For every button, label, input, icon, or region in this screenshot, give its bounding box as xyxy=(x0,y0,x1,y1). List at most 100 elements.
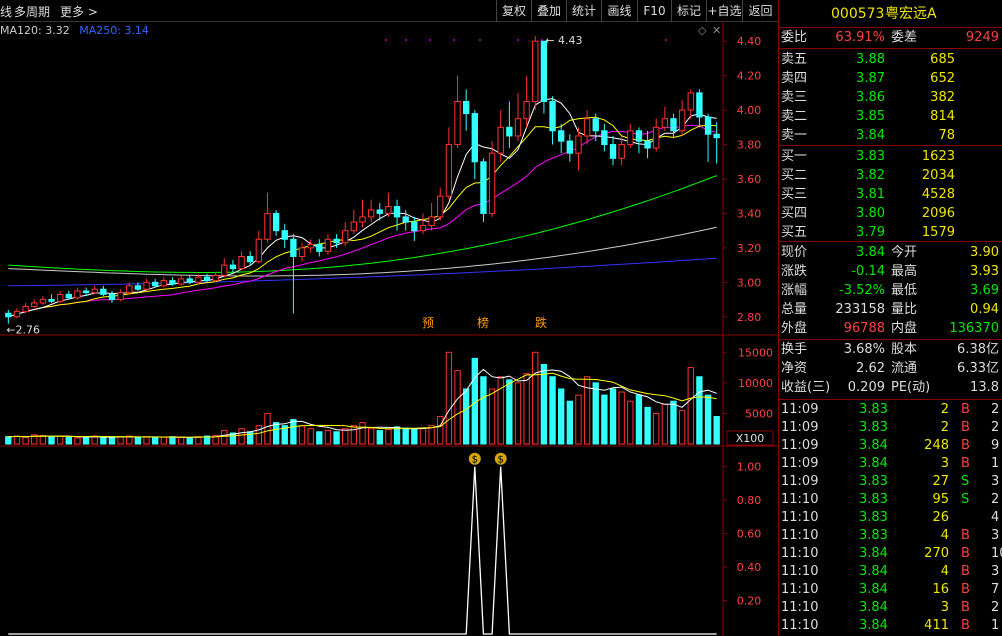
tick-time: 11:09 xyxy=(781,474,819,489)
tick-volume: 2 xyxy=(940,402,949,417)
ask-row[interactable]: 卖二 3.85 814 xyxy=(779,108,1002,126)
volume-bar xyxy=(307,428,314,445)
volume-bar xyxy=(290,419,297,445)
fund-label-2: 股本 xyxy=(891,342,918,357)
stock-header: 000573 粤宏远A xyxy=(779,5,1002,25)
candle-body xyxy=(13,311,21,318)
tick-price: 3.83 xyxy=(859,420,888,435)
candle-body xyxy=(411,221,418,232)
ask-price: 3.84 xyxy=(856,128,885,143)
ask-row[interactable]: 卖一 3.84 78 xyxy=(779,127,1002,145)
bid-row[interactable]: 买五 3.79 1579 xyxy=(779,224,1002,242)
kline-chart[interactable]: 4.40 4.20 4.00 3.80 3.60 3.40 3.20 3.00 2.80 ← 4.… xyxy=(0,22,778,636)
close-icon[interactable]: ✕ xyxy=(712,24,721,37)
stock-terminal: 线 多周期 更多 > 复权 叠加 统计 画线 F10 标记 +自选 返回 4.40 4.20 4.… xyxy=(0,0,1002,636)
candle-body xyxy=(523,101,530,120)
tick-price: 3.83 xyxy=(859,510,888,525)
fund-label: 净资 xyxy=(781,361,808,376)
candle-body xyxy=(48,299,55,302)
quote-label: 涨幅 xyxy=(781,283,808,298)
toolbar-button-0[interactable]: 复权 xyxy=(496,0,531,22)
event-label: 跌 xyxy=(535,315,547,330)
toolbar-button-4[interactable]: F10 xyxy=(637,0,671,22)
tick-row: 11:10 3.84 16 B 7 xyxy=(779,581,1002,599)
candle-body xyxy=(678,109,686,132)
candle-body xyxy=(108,293,116,301)
tick-price: 3.84 xyxy=(859,582,888,597)
candle-body xyxy=(497,126,504,154)
multi-period-button[interactable]: 多周期 xyxy=(14,3,50,20)
money-bag-icon-symbol: $ xyxy=(498,455,504,466)
bid-price: 3.80 xyxy=(856,206,885,221)
ma-legend: MA120: 3.32 MA250: 3.14 xyxy=(0,24,149,37)
toolbar-button-7[interactable]: 返回 xyxy=(742,0,778,22)
bid-label: 买一 xyxy=(781,149,808,164)
tick-side: B xyxy=(961,456,970,471)
candle-body xyxy=(376,209,383,214)
more-button[interactable]: 更多 > xyxy=(60,3,98,20)
toolbar-button-5[interactable]: 标记 xyxy=(671,0,706,22)
tick-count: 2 xyxy=(991,402,1000,417)
toolbar-button-1[interactable]: 叠加 xyxy=(531,0,566,22)
signal-dot xyxy=(479,39,481,41)
tick-volume: 16 xyxy=(932,582,949,597)
candle-body xyxy=(31,302,38,307)
toolbar-button-6[interactable]: +自选 xyxy=(706,0,742,22)
volume-bar xyxy=(601,394,608,445)
bid-row[interactable]: 买一 3.83 1623 xyxy=(779,148,1002,166)
volume-bar xyxy=(376,430,383,445)
bid-row[interactable]: 买三 3.81 4528 xyxy=(779,186,1002,204)
tick-side: B xyxy=(961,438,970,453)
volume-unit-label: X100 xyxy=(736,432,765,445)
candle-body xyxy=(713,133,720,139)
tick-row: 11:09 3.83 2 B 2 xyxy=(779,401,1002,419)
volume-bar xyxy=(367,428,375,445)
ask-row[interactable]: 卖三 3.86 382 xyxy=(779,89,1002,107)
quote-label: 现价 xyxy=(781,245,808,260)
toolbar-button-3[interactable]: 画线 xyxy=(601,0,637,22)
volume-bar xyxy=(82,436,90,445)
tick-time: 11:10 xyxy=(781,564,819,579)
candle-body xyxy=(471,113,478,163)
tick-side: B xyxy=(961,618,970,633)
diff-label: 委差 xyxy=(891,30,918,45)
volume-bar xyxy=(65,436,72,445)
tick-side: B xyxy=(961,600,970,615)
toolbar-button-2[interactable]: 统计 xyxy=(566,0,601,22)
signal-tick-label: 0.40 xyxy=(737,561,762,574)
volume-bar xyxy=(151,437,159,445)
candle-body xyxy=(644,140,651,149)
candle-body xyxy=(212,274,219,282)
volume-bar xyxy=(687,367,694,445)
tick-price: 3.84 xyxy=(859,600,888,615)
candle-body xyxy=(583,118,591,137)
volume-bar xyxy=(627,400,634,445)
candle-body xyxy=(264,212,271,240)
volume-bar xyxy=(670,400,677,445)
chart-area[interactable]: 4.40 4.20 4.00 3.80 3.60 3.40 3.20 3.00 2.80 ← 4.… xyxy=(0,22,778,636)
candle-body xyxy=(307,243,314,249)
candle-body xyxy=(514,118,522,137)
bid-price: 3.81 xyxy=(856,187,885,202)
candle-body xyxy=(290,238,297,257)
volume-bar xyxy=(39,434,47,445)
tick-time: 11:10 xyxy=(781,510,819,525)
volume-bar xyxy=(454,370,461,445)
event-label: 榜 xyxy=(477,315,489,330)
candle-body xyxy=(558,130,565,142)
volume-bar xyxy=(402,427,409,445)
bid-row[interactable]: 买四 3.80 2096 xyxy=(779,205,1002,223)
fundamental-row: 收益(三) 0.209 PE(动) 13.8 xyxy=(779,379,1002,397)
ask-row[interactable]: 卖五 3.88 685 xyxy=(779,51,1002,69)
volume-bar xyxy=(704,394,712,445)
tick-price: 3.84 xyxy=(859,456,888,471)
bid-row[interactable]: 买二 3.82 2034 xyxy=(779,167,1002,185)
candle-body xyxy=(704,116,712,135)
ask-row[interactable]: 卖四 3.87 652 xyxy=(779,70,1002,88)
ask-label: 卖五 xyxy=(781,52,808,67)
volume-bar xyxy=(506,379,513,445)
tick-row: 11:10 3.83 26 4 xyxy=(779,509,1002,527)
volume-bar xyxy=(333,431,340,445)
tick-price: 3.84 xyxy=(859,564,888,579)
tick-row: 11:10 3.84 4 B 3 xyxy=(779,563,1002,581)
